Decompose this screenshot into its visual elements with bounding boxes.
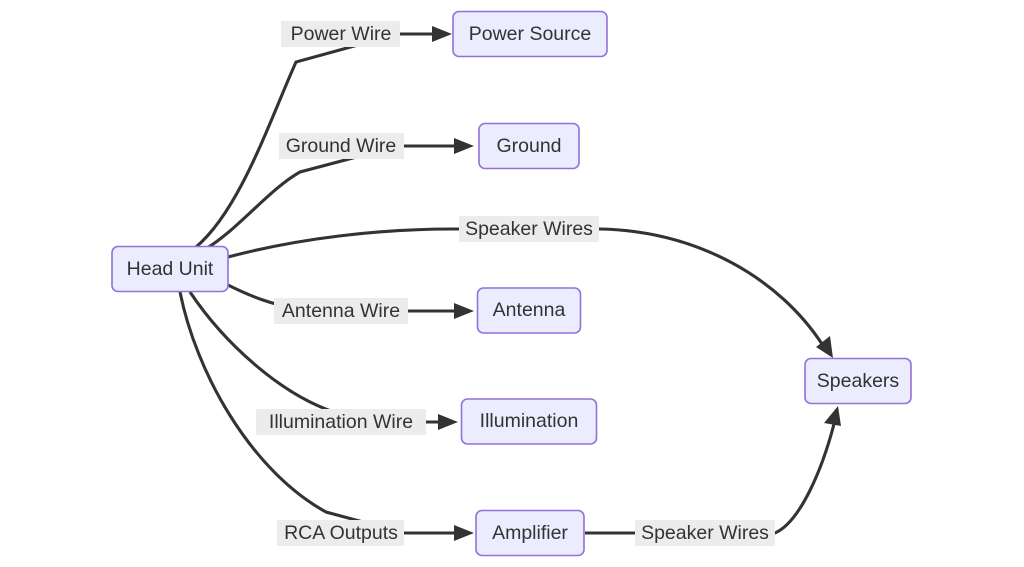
node-illumination[interactable]: Illumination [460,398,598,445]
edge-label-text: Speaker Wires [465,218,593,240]
arrowhead-icon [432,26,452,42]
node-label: Ground [496,135,561,157]
edge-label-text: Power Wire [291,23,392,45]
arrowhead-icon [438,414,458,430]
edge-label-group: Power Wire Ground Wire Speaker Wires Ant… [256,21,775,546]
edge-label-power-wire: Power Wire [281,21,400,47]
node-power-source[interactable]: Power Source [452,10,608,58]
edge-label-speaker-wires-direct: Speaker Wires [459,216,599,242]
edge-label-text: Illumination Wire [269,411,413,433]
node-speakers[interactable]: Speakers [804,357,912,405]
node-head-unit[interactable]: Head Unit [111,245,229,293]
node-label: Amplifier [492,522,568,544]
node-label: Power Source [469,23,591,45]
node-label: Antenna [493,299,566,321]
edge-label-text: Speaker Wires [641,522,769,544]
node-ground[interactable]: Ground [478,122,580,170]
edge-label-speaker-wires-amp: Speaker Wires [635,520,775,546]
edge-group [178,26,841,541]
node-amplifier[interactable]: Amplifier [475,509,585,557]
edge-path [585,423,836,535]
edge-label-illumination-wire: Illumination Wire [256,409,426,435]
node-label: Speakers [817,370,900,392]
arrowhead-icon [454,138,474,154]
edge-label-text: RCA Outputs [284,522,398,544]
node-label: Head Unit [127,258,214,280]
edge-label-rca-outputs: RCA Outputs [277,520,404,546]
arrowhead-icon [454,303,474,319]
edge-label-text: Ground Wire [286,135,397,157]
arrowhead-icon [824,406,841,426]
node-antenna[interactable]: Antenna [476,287,582,334]
edge-amplifier-to-speakers[interactable] [585,406,841,535]
edge-label-antenna-wire: Antenna Wire [274,298,408,324]
node-group: Head Unit Power Source Ground Speakers A… [111,10,912,557]
arrowhead-icon [454,525,474,541]
edge-label-text: Antenna Wire [282,300,400,322]
flowchart-diagram: Power Wire Ground Wire Speaker Wires Ant… [0,0,1024,567]
edge-label-ground-wire: Ground Wire [279,133,404,159]
flowchart-canvas: Power Wire Ground Wire Speaker Wires Ant… [111,10,912,557]
edge-path [203,144,462,252]
node-label: Illumination [480,410,579,432]
